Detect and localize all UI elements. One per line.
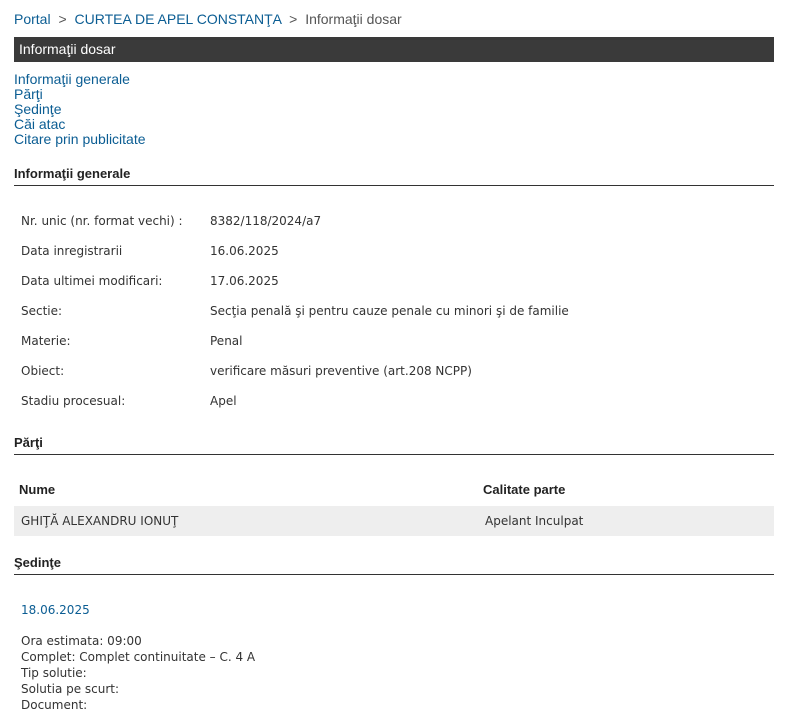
hearing-solutia: Solutia pe scurt: [21,682,120,696]
hearing-details: Ora estimata: 09:00 Complet: Complet con… [21,633,255,713]
page-title: Informaţii dosar [14,37,774,62]
breadcrumb-portal-link[interactable]: Portal [14,11,51,27]
hearing-document: Document: [21,698,88,712]
info-label: Data ultimei modificari: [21,274,163,288]
info-label: Materie: [21,334,71,348]
party-name: GHIŢĂ ALEXANDRU IONUŢ [21,514,179,528]
section-anchor-list: Informaţii generale Părţi Şedinţe Căi at… [14,72,146,147]
section-heading-sedinte: Şedinţe [14,555,774,575]
party-role: Apelant Inculpat [485,514,584,528]
hearing-ora: Ora estimata: 09:00 [21,634,142,648]
breadcrumb-court-link[interactable]: CURTEA DE APEL CONSTANŢA [75,11,282,27]
info-value: Apel [210,394,237,408]
anchor-parti[interactable]: Părţi [14,87,146,102]
info-label: Nr. unic (nr. format vechi) : [21,214,183,228]
breadcrumb-separator: > [58,11,67,27]
hearing-complet: Complet: Complet continuitate – C. 4 A [21,650,256,664]
breadcrumb-current: Informaţii dosar [305,11,402,27]
info-value: 17.06.2025 [210,274,279,288]
anchor-cai-atac[interactable]: Căi atac [14,117,146,132]
info-value: Penal [210,334,243,348]
anchor-informatii-generale[interactable]: Informaţii generale [14,72,146,87]
hearing-tip-solutie: Tip solutie: [21,666,87,680]
anchor-sedinte[interactable]: Şedinţe [14,102,146,117]
hearing-date: 18.06.2025 [21,603,90,617]
info-label: Sectie: [21,304,63,318]
info-value: Secţia penală şi pentru cauze penale cu … [210,304,569,318]
breadcrumb-separator: > [289,11,298,27]
breadcrumb: Portal > CURTEA DE APEL CONSTANŢA > Info… [14,11,402,27]
column-header-nume: Nume [19,482,56,497]
info-value: 16.06.2025 [210,244,279,258]
anchor-citare-publicitate[interactable]: Citare prin publicitate [14,132,146,147]
table-row: GHIŢĂ ALEXANDRU IONUŢ Apelant Inculpat [14,506,774,536]
info-label: Obiect: [21,364,65,378]
section-heading-general: Informaţii generale [14,166,774,186]
column-header-calitate: Calitate parte [483,482,566,497]
info-value: verificare măsuri preventive (art.208 NC… [210,364,472,378]
info-label: Data inregistrarii [21,244,123,258]
info-value: 8382/118/2024/a7 [210,214,322,228]
section-heading-parti: Părţi [14,435,774,455]
info-label: Stadiu procesual: [21,394,126,408]
